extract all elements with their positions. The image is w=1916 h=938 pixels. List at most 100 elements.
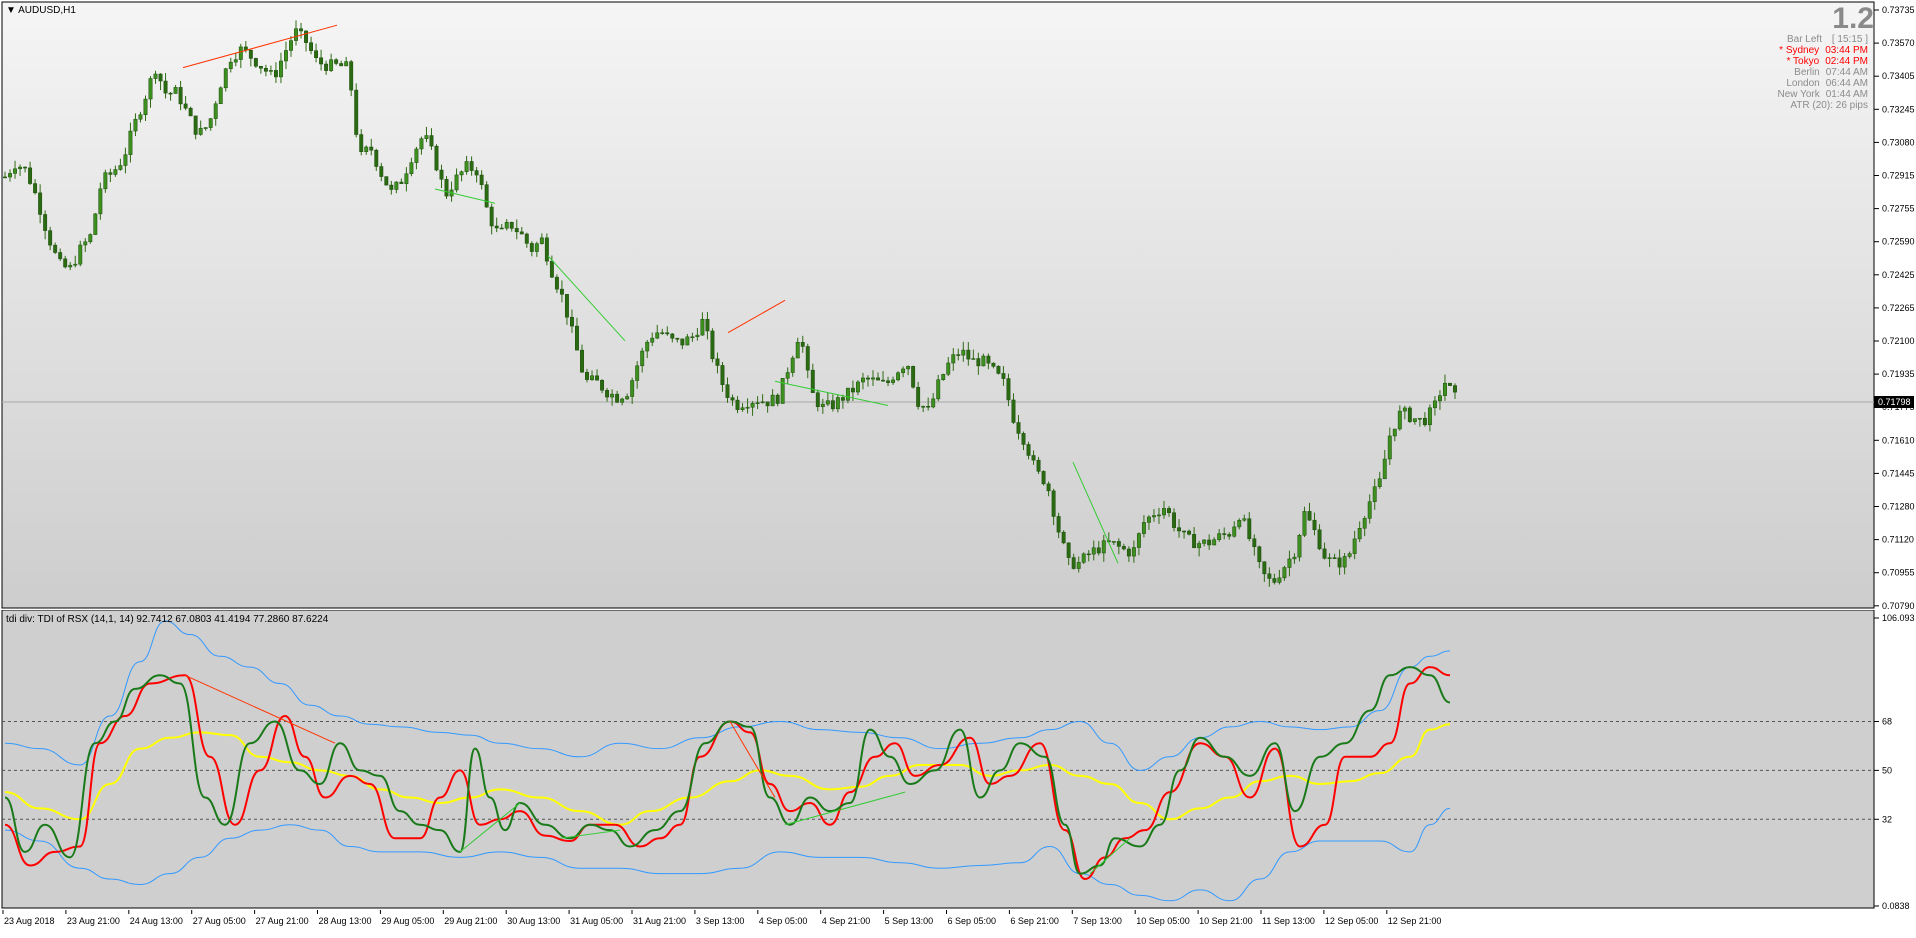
candle-body bbox=[750, 403, 755, 408]
candle-body bbox=[825, 400, 830, 405]
candle-body bbox=[1041, 471, 1046, 485]
candle-body bbox=[359, 134, 364, 152]
candle-body bbox=[1342, 556, 1347, 568]
candle-body bbox=[911, 366, 916, 388]
price-chart-pane[interactable]: 0.73735 0.73570 0.73405 0.73245 0.73080 0.729… bbox=[0, 0, 1916, 611]
candle-body bbox=[1081, 553, 1086, 563]
candle-body bbox=[941, 374, 946, 380]
price-tick-label: 0.71445 bbox=[1882, 468, 1915, 478]
collapse-triangle-icon[interactable]: ▼ bbox=[6, 5, 16, 16]
time-tick-label: 11 Sep 13:00 bbox=[1262, 916, 1315, 926]
price-tick-label: 0.72425 bbox=[1882, 270, 1915, 280]
candle-body bbox=[1157, 514, 1161, 517]
candle-body bbox=[765, 401, 770, 407]
candle-body bbox=[850, 387, 855, 393]
candle-body bbox=[795, 342, 800, 359]
candle-body bbox=[1046, 483, 1051, 492]
candle-body bbox=[108, 172, 113, 175]
candle-body bbox=[1397, 410, 1402, 430]
candle-body bbox=[118, 165, 123, 170]
info-row-value: [ 15:15 ] bbox=[1831, 34, 1868, 45]
candle-body bbox=[183, 103, 188, 109]
candle-body bbox=[148, 78, 153, 100]
candle-body bbox=[479, 174, 484, 185]
candle-body bbox=[494, 225, 499, 229]
candle-body bbox=[253, 58, 258, 67]
candle-body bbox=[203, 127, 208, 129]
time-tick-label: 3 Sep 13:00 bbox=[696, 916, 745, 926]
candle-body bbox=[1332, 557, 1337, 559]
candle-body bbox=[133, 118, 138, 132]
candle-body bbox=[1016, 422, 1021, 434]
candle-body bbox=[986, 355, 991, 364]
candle-body bbox=[18, 166, 23, 170]
candle-body bbox=[1051, 490, 1056, 517]
info-row-value: 02:44 PM bbox=[1825, 56, 1868, 67]
candle-body bbox=[1197, 543, 1202, 549]
time-tick-label: 10 Sep 05:00 bbox=[1136, 916, 1190, 926]
candle-body bbox=[1071, 557, 1076, 569]
candle-body bbox=[404, 173, 409, 184]
info-row: * Tokyo 02:44 PM bbox=[1749, 56, 1868, 67]
candle-body bbox=[845, 387, 850, 401]
candle-body bbox=[299, 28, 303, 32]
candle-body bbox=[1192, 534, 1197, 549]
candle-body bbox=[564, 294, 569, 318]
candle-body bbox=[926, 405, 931, 408]
candle-body bbox=[1232, 526, 1237, 537]
candle-body bbox=[896, 372, 901, 381]
candle-body bbox=[314, 50, 319, 59]
candle-body bbox=[855, 381, 860, 393]
indicator-pane[interactable]: 106.093 68 50 32 0.0838 bbox=[0, 609, 1916, 916]
spread-display: 1.2 bbox=[1832, 2, 1874, 35]
candle-body bbox=[1382, 458, 1387, 480]
info-row-label: Berlin bbox=[1794, 67, 1820, 78]
candle-body bbox=[946, 362, 951, 375]
candle-body bbox=[630, 380, 635, 397]
candle-body bbox=[625, 396, 630, 400]
candle-body bbox=[961, 349, 966, 356]
candle-body bbox=[1453, 385, 1457, 393]
candle-body bbox=[1292, 556, 1297, 560]
price-tick-label: 0.71935 bbox=[1882, 369, 1915, 379]
info-row-value: 06:44 AM bbox=[1825, 78, 1868, 89]
candle-body bbox=[173, 87, 178, 94]
price-chart-svg[interactable]: 0.73735 0.73570 0.73405 0.73245 0.73080 0.729… bbox=[0, 0, 1916, 611]
candle-body bbox=[991, 362, 996, 367]
candle-body bbox=[720, 365, 725, 385]
indicator-tick-label: 68 bbox=[1882, 716, 1892, 726]
candle-body bbox=[1212, 539, 1217, 546]
time-tick-label: 27 Aug 05:00 bbox=[193, 916, 246, 926]
price-tick-label: 0.72590 bbox=[1882, 237, 1915, 247]
time-tick-label: 5 Sep 13:00 bbox=[885, 916, 934, 926]
candle-body bbox=[459, 171, 464, 176]
candle-body bbox=[710, 330, 715, 360]
price-tick-label: 0.73405 bbox=[1882, 71, 1915, 81]
candle-body bbox=[364, 146, 369, 152]
info-row: Bar Left [ 15:15 ] bbox=[1749, 34, 1868, 45]
candle-body bbox=[805, 346, 810, 371]
price-tick-label: 0.73570 bbox=[1882, 38, 1915, 48]
candle-body bbox=[610, 393, 615, 398]
candle-body bbox=[755, 402, 760, 404]
candle-body bbox=[324, 63, 329, 71]
candle-body bbox=[429, 135, 434, 147]
indicator-axis: 106.093 68 50 32 0.0838 bbox=[1874, 613, 1915, 911]
candle-body bbox=[123, 154, 128, 166]
candle-body bbox=[635, 365, 640, 381]
candle-body bbox=[504, 221, 509, 229]
indicator-tick-label: 32 bbox=[1882, 814, 1892, 824]
candle-body bbox=[670, 333, 675, 339]
candle-body bbox=[88, 234, 93, 243]
candle-body bbox=[213, 103, 218, 119]
candle-body bbox=[680, 338, 685, 346]
candle-body bbox=[861, 377, 865, 383]
candle-body bbox=[1237, 519, 1242, 528]
indicator-svg[interactable]: 106.093 68 50 32 0.0838 bbox=[0, 609, 1916, 911]
candle-body bbox=[881, 379, 885, 382]
candle-body bbox=[866, 377, 870, 380]
candle-body bbox=[1262, 561, 1267, 575]
candle-body bbox=[951, 354, 956, 364]
candle-body bbox=[1177, 527, 1181, 532]
time-tick-label: 6 Sep 21:00 bbox=[1010, 916, 1059, 926]
